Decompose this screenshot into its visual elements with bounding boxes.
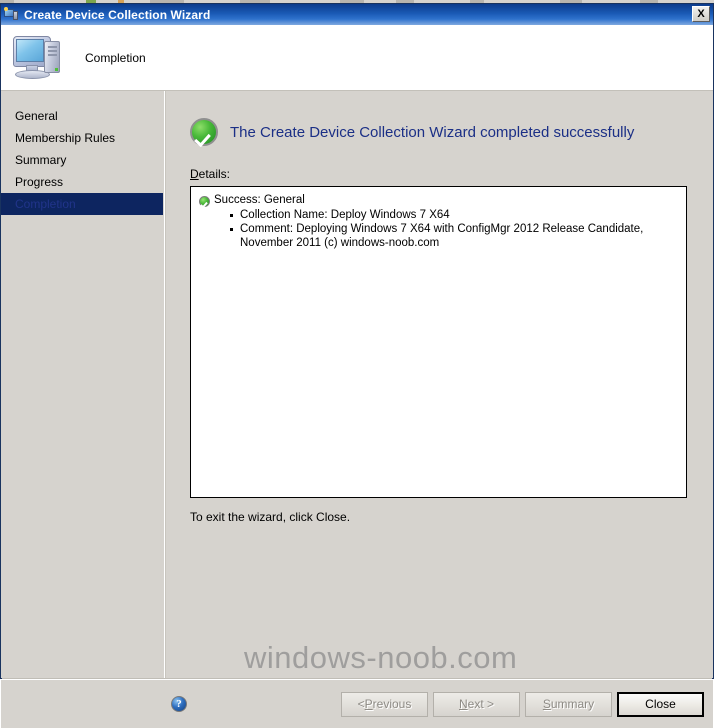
help-question-icon[interactable]: ? <box>171 696 187 712</box>
wizard-body: General Membership Rules Summary Progres… <box>1 91 713 678</box>
window-controls: X <box>692 6 710 22</box>
success-check-icon <box>199 196 210 207</box>
details-output-box[interactable]: Success: General Collection Name: Deploy… <box>190 186 687 498</box>
next-button-label-suffix: ext > <box>467 697 495 711</box>
completion-heading: The Create Device Collection Wizard comp… <box>230 123 635 141</box>
wizard-header: Completion <box>1 25 713 91</box>
details-status-line: Success: General <box>199 194 678 207</box>
create-device-collection-wizard-window: Create Device Collection Wizard X Comple… <box>0 3 714 728</box>
wizard-footer: ? < Previous Next > Summary Close <box>1 680 713 728</box>
previous-button[interactable]: < Previous <box>341 691 428 717</box>
footer-button-group: < Previous Next > Summary Close <box>341 691 704 717</box>
details-label: Details: <box>190 167 713 181</box>
computer-icon <box>11 32 67 84</box>
wizard-content-pane: The Create Device Collection Wizard comp… <box>165 91 713 678</box>
sidebar-item-general[interactable]: General <box>1 105 164 127</box>
sidebar-item-progress[interactable]: Progress <box>1 171 164 193</box>
previous-button-label-prefix: < <box>357 697 365 711</box>
details-label-rest: etails: <box>198 167 231 181</box>
page-title: Completion <box>85 50 146 65</box>
window-title-bar: Create Device Collection Wizard X <box>1 4 713 25</box>
previous-button-label-suffix: revious <box>372 697 412 711</box>
list-item: Collection Name: Deploy Windows 7 X64 <box>230 208 678 222</box>
exit-instruction: To exit the wizard, click Close. <box>190 510 351 524</box>
sidebar-item-completion[interactable]: Completion <box>1 193 163 215</box>
previous-button-mnemonic: P <box>364 697 373 711</box>
summary-button[interactable]: Summary <box>525 691 612 717</box>
success-check-icon <box>190 118 218 146</box>
close-button[interactable]: Close <box>617 691 704 717</box>
window-title: Create Device Collection Wizard <box>24 7 211 22</box>
next-button-mnemonic: N <box>458 697 468 711</box>
wizard-step-list: General Membership Rules Summary Progres… <box>1 91 165 678</box>
computer-wizard-icon <box>4 6 20 23</box>
help-glyph: ? <box>176 698 182 710</box>
summary-button-label-suffix: ummary <box>550 697 595 711</box>
next-button[interactable]: Next > <box>433 691 520 717</box>
list-item: Comment: Deploying Windows 7 X64 with Co… <box>230 222 678 250</box>
sidebar-item-membership-rules[interactable]: Membership Rules <box>1 127 164 149</box>
completion-heading-row: The Create Device Collection Wizard comp… <box>190 115 713 149</box>
sidebar-item-summary[interactable]: Summary <box>1 149 164 171</box>
details-status-text: Success: General <box>214 194 305 206</box>
summary-button-mnemonic: S <box>542 697 551 711</box>
details-bullet-list: Collection Name: Deploy Windows 7 X64 Co… <box>199 208 678 250</box>
details-label-mnemonic: D <box>190 167 199 181</box>
close-icon[interactable]: X <box>692 6 710 22</box>
